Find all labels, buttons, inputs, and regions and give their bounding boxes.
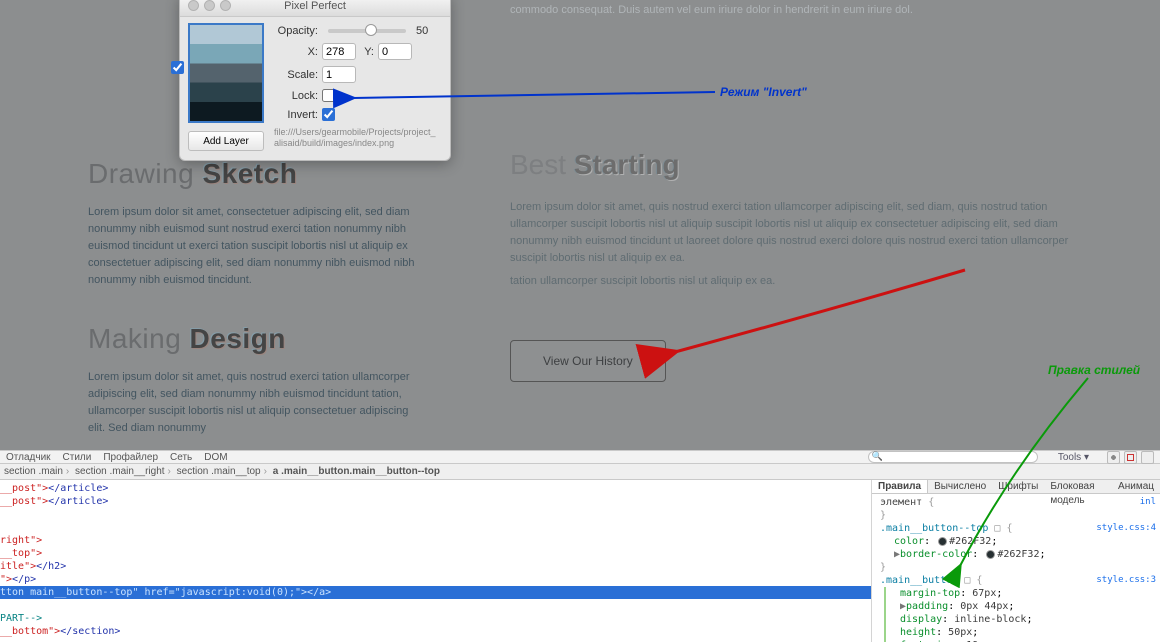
minimize-icon[interactable] bbox=[204, 0, 215, 11]
layer-thumbnail[interactable] bbox=[188, 23, 264, 123]
tab-anim[interactable]: Анимац bbox=[1112, 480, 1160, 493]
devtools-toolbar: Отладчик Стили Профайлер Сеть DOM Tools … bbox=[0, 450, 1160, 464]
page-right-column: commodo consequat. Duis autem vel eum ir… bbox=[510, 0, 1070, 382]
layer-visible-checkbox[interactable] bbox=[171, 61, 184, 74]
close-icon[interactable] bbox=[188, 0, 199, 11]
dock-icon[interactable] bbox=[1124, 451, 1137, 464]
styles-sidebar[interactable]: Правила Вычислено Шрифты Блоковая модель… bbox=[872, 480, 1160, 642]
html-source-panel[interactable]: __post"></article> __post"></article> ri… bbox=[0, 480, 872, 642]
close-panel-icon[interactable] bbox=[1141, 451, 1154, 464]
panel-title: Pixel Perfect bbox=[284, 0, 346, 12]
dom-breadcrumb[interactable]: section .main› section .main__right› sec… bbox=[0, 464, 1160, 480]
opacity-label: Opacity: bbox=[272, 25, 318, 37]
devtools-lower: __post"></article> __post"></article> ri… bbox=[0, 480, 1160, 642]
page-left-column: Drawing Sketch Lorem ipsum dolor sit ame… bbox=[88, 158, 422, 447]
heading-best-starting: Best Starting bbox=[510, 149, 1070, 181]
source-ref[interactable]: style.css:3 bbox=[1096, 574, 1156, 587]
layer-file-path: file:///Users/gearmobile/Projects/projec… bbox=[272, 127, 440, 150]
panel-titlebar[interactable]: Pixel Perfect bbox=[180, 0, 450, 17]
paragraph: Lorem ipsum dolor sit amet, quis nostrud… bbox=[510, 199, 1070, 267]
add-layer-button[interactable]: Add Layer bbox=[188, 131, 264, 151]
heading-drawing-sketch: Drawing Sketch bbox=[88, 158, 422, 190]
scale-label: Scale: bbox=[272, 69, 318, 81]
toolbar-tab[interactable]: Отладчик bbox=[6, 452, 51, 463]
toolbar-tab[interactable]: DOM bbox=[204, 452, 227, 463]
inline-ref[interactable]: inl bbox=[1140, 496, 1156, 509]
invert-label: Invert: bbox=[272, 109, 318, 121]
slider-knob[interactable] bbox=[365, 24, 377, 36]
view-history-button[interactable]: View Our History bbox=[510, 340, 666, 382]
paragraph: tation ullamcorper suscipit lobortis nis… bbox=[510, 273, 1070, 290]
lock-checkbox[interactable] bbox=[322, 89, 335, 102]
x-label: X: bbox=[272, 46, 318, 58]
toolbar-tab[interactable]: Стили bbox=[63, 452, 92, 463]
paragraph: Lorem ipsum dolor sit amet, consectetuer… bbox=[88, 204, 422, 289]
source-ref[interactable]: style.css:4 bbox=[1096, 522, 1156, 535]
x-input[interactable] bbox=[322, 43, 356, 60]
y-label: Y: bbox=[360, 46, 374, 58]
paragraph: Lorem ipsum dolor sit amet, quis nostrud… bbox=[88, 369, 422, 437]
tab-fonts[interactable]: Шрифты bbox=[992, 480, 1044, 493]
gear-icon[interactable] bbox=[1107, 451, 1120, 464]
toolbar-tab[interactable]: Профайлер bbox=[103, 452, 158, 463]
tools-menu[interactable]: Tools ▾ bbox=[1058, 452, 1089, 463]
intro-text: commodo consequat. Duis autem vel eum ir… bbox=[510, 2, 1070, 19]
toolbar-tab[interactable]: Сеть bbox=[170, 452, 192, 463]
annotation-invert: Режим "Invert" bbox=[720, 85, 807, 99]
y-input[interactable] bbox=[378, 43, 412, 60]
pixel-perfect-panel[interactable]: Pixel Perfect Add Layer Opacity: 50 X: Y… bbox=[179, 0, 451, 161]
annotation-styles: Правка стилей bbox=[1048, 363, 1140, 377]
tab-computed[interactable]: Вычислено bbox=[928, 480, 992, 493]
css-rules[interactable]: inl элемент { } style.css:4 .main__butto… bbox=[872, 494, 1160, 642]
opacity-slider[interactable] bbox=[328, 29, 406, 33]
zoom-icon[interactable] bbox=[220, 0, 231, 11]
lock-label: Lock: bbox=[272, 90, 318, 102]
tab-rules[interactable]: Правила bbox=[872, 480, 928, 493]
search-input[interactable] bbox=[868, 451, 1038, 463]
sidebar-tabs: Правила Вычислено Шрифты Блоковая модель… bbox=[872, 480, 1160, 494]
selected-node: tton main__button--top" href="javascript… bbox=[0, 586, 871, 599]
tab-boxmodel[interactable]: Блоковая модель bbox=[1044, 480, 1112, 493]
invert-checkbox[interactable] bbox=[322, 108, 335, 121]
heading-making-design: Making Design bbox=[88, 323, 422, 355]
opacity-value: 50 bbox=[416, 25, 440, 37]
scale-input[interactable] bbox=[322, 66, 356, 83]
window-controls[interactable] bbox=[188, 0, 231, 11]
